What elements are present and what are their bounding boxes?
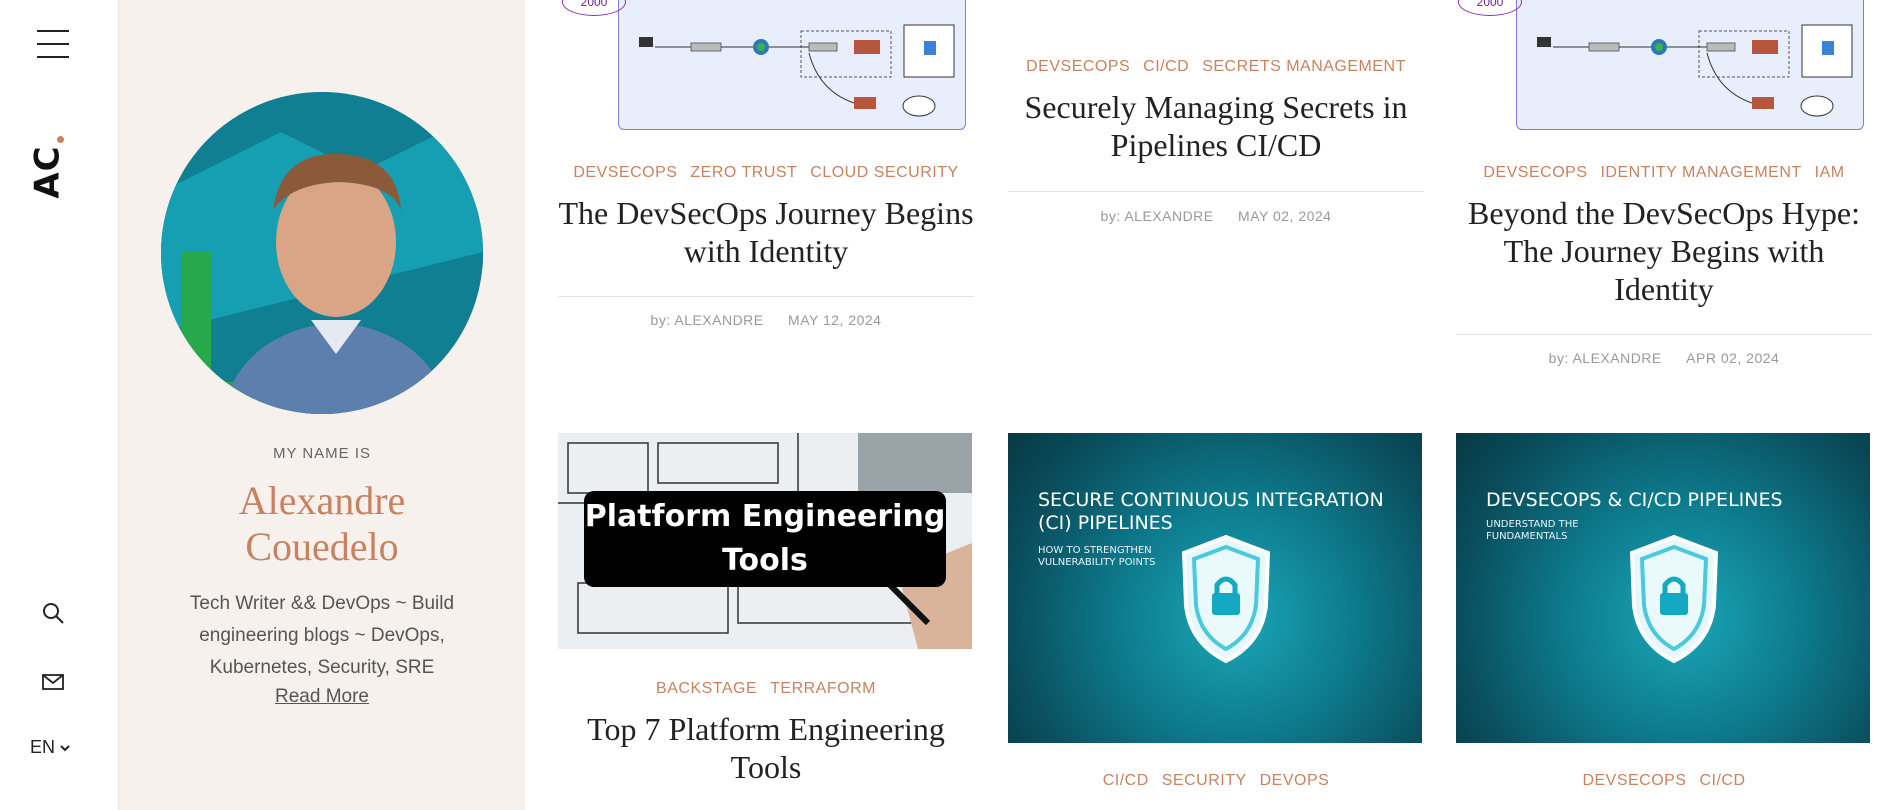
tag-terraform[interactable]: TERRAFORM xyxy=(770,680,876,697)
post-meta: by: ALEXANDRE MAY 12, 2024 xyxy=(558,312,974,328)
image-subtitle: HOW TO STRENGTHEN VULNERABILITY POINTS xyxy=(1038,545,1155,569)
post-title[interactable]: Securely Managing Secrets in Pipelines C… xyxy=(1008,88,1424,164)
platform-engineering-image[interactable]: Platform Engineering Tools xyxy=(558,433,972,649)
logo-text: AC xyxy=(27,145,68,199)
post-divider xyxy=(1008,191,1424,192)
tag-ci-cd[interactable]: CI/CD xyxy=(1699,772,1745,789)
tag-ci-cd[interactable]: CI/CD xyxy=(1143,58,1189,75)
language-label: EN xyxy=(30,737,56,757)
image-title: SECURE CONTINUOUS INTEGRATION (CI) PIPEL… xyxy=(1038,489,1384,535)
tag-security[interactable]: SECURITY xyxy=(1162,772,1247,789)
avatar xyxy=(161,92,483,414)
image-sub-line1: HOW TO STRENGTHEN xyxy=(1038,545,1152,556)
image-sub-line2: FUNDAMENTALS xyxy=(1486,531,1568,542)
diagram-badge: 2000 xyxy=(1458,0,1522,16)
tag-backstage[interactable]: BACKSTAGE xyxy=(656,680,757,697)
post-date: MAY 02, 2024 xyxy=(1238,208,1332,224)
post-date: MAY 12, 2024 xyxy=(788,312,882,328)
post-title[interactable]: The DevSecOps Journey Begins with Identi… xyxy=(558,194,974,270)
my-name-label: MY NAME IS xyxy=(272,445,372,462)
shield-lock-icon xyxy=(1181,534,1271,664)
profile-last-name: Couedelo xyxy=(245,524,399,569)
platform-engineering-overlay: Platform Engineering Tools xyxy=(584,491,946,587)
tag-devsecops[interactable]: DEVSECOPS xyxy=(1582,772,1686,789)
image-title: DEVSECOPS & CI/CD PIPELINES xyxy=(1486,489,1783,512)
post-meta: by: ALEXANDRE APR 02, 2024 xyxy=(1456,350,1872,366)
side-rail: AC EN xyxy=(0,0,119,810)
profile-panel: MY NAME IS Alexandre Couedelo Tech Write… xyxy=(119,0,525,810)
post-author: by: ALEXANDRE xyxy=(1548,350,1662,366)
tag-devops[interactable]: DEVOPS xyxy=(1260,772,1330,789)
logo-dot xyxy=(57,136,64,143)
language-selector[interactable]: EN xyxy=(30,737,71,758)
post-tags: DEVSECOPS IDENTITY MANAGEMENT IAM xyxy=(1456,164,1872,182)
overlay-line2: Tools xyxy=(722,543,808,578)
image-subtitle: UNDERSTAND THE FUNDAMENTALS xyxy=(1486,519,1579,543)
image-sub-line1: UNDERSTAND THE xyxy=(1486,519,1579,530)
post-author: by: ALEXANDRE xyxy=(650,312,764,328)
diagram-badge: 2000 xyxy=(562,0,626,16)
tag-devsecops[interactable]: DEVSECOPS xyxy=(1483,164,1587,181)
post-date: APR 02, 2024 xyxy=(1686,350,1780,366)
profile-first-name: Alexandre xyxy=(238,478,406,523)
read-more-link[interactable]: Read More xyxy=(119,686,525,708)
tag-identity-management[interactable]: IDENTITY MANAGEMENT xyxy=(1600,164,1801,181)
tag-zero-trust[interactable]: ZERO TRUST xyxy=(690,164,797,181)
tag-iam[interactable]: IAM xyxy=(1815,164,1845,181)
post-title[interactable]: Top 7 Platform Engineering Tools xyxy=(558,710,974,786)
tag-cloud-security[interactable]: CLOUD SECURITY xyxy=(810,164,958,181)
site-logo[interactable]: AC xyxy=(28,136,73,200)
network-diagram-image[interactable] xyxy=(1516,0,1864,130)
shield-lock-icon xyxy=(1629,534,1719,664)
image-sub-line2: VULNERABILITY POINTS xyxy=(1038,557,1156,568)
mail-icon[interactable] xyxy=(40,669,66,695)
post-tags: CI/CD SECURITY DEVOPS xyxy=(1008,772,1424,790)
post-author: by: ALEXANDRE xyxy=(1100,208,1214,224)
tag-devsecops[interactable]: DEVSECOPS xyxy=(1026,58,1130,75)
profile-name: Alexandre Couedelo xyxy=(119,478,525,570)
post-title[interactable]: Beyond the DevSecOps Hype: The Journey B… xyxy=(1456,194,1872,308)
post-tags: DEVSECOPS ZERO TRUST CLOUD SECURITY xyxy=(558,164,974,182)
post-tags: DEVSECOPS CI/CD xyxy=(1456,772,1872,790)
post-tags: BACKSTAGE TERRAFORM xyxy=(558,680,974,698)
image-title-line1: SECURE CONTINUOUS INTEGRATION xyxy=(1038,489,1384,511)
post-tags: DEVSECOPS CI/CD SECRETS MANAGEMENT xyxy=(1008,58,1424,76)
post-meta: by: ALEXANDRE MAY 02, 2024 xyxy=(1008,208,1424,224)
post-divider xyxy=(558,296,974,297)
tag-devsecops[interactable]: DEVSECOPS xyxy=(573,164,677,181)
network-diagram-image[interactable] xyxy=(618,0,966,130)
image-title-line1: DEVSECOPS & CI/CD PIPELINES xyxy=(1486,489,1783,511)
menu-icon[interactable] xyxy=(37,30,69,58)
secure-ci-image[interactable]: SECURE CONTINUOUS INTEGRATION (CI) PIPEL… xyxy=(1008,433,1422,743)
tag-secrets-management[interactable]: SECRETS MANAGEMENT xyxy=(1202,58,1406,75)
post-divider xyxy=(1456,334,1872,335)
devsecops-pipelines-image[interactable]: DEVSECOPS & CI/CD PIPELINES UNDERSTAND T… xyxy=(1456,433,1870,743)
chevron-down-icon xyxy=(60,744,70,751)
image-title-line2: (CI) PIPELINES xyxy=(1038,512,1173,534)
search-icon[interactable] xyxy=(40,600,66,626)
profile-bio: Tech Writer && DevOps ~ Build engineerin… xyxy=(189,593,455,678)
tag-ci-cd[interactable]: CI/CD xyxy=(1103,772,1149,789)
overlay-line1: Platform Engineering xyxy=(584,499,946,534)
